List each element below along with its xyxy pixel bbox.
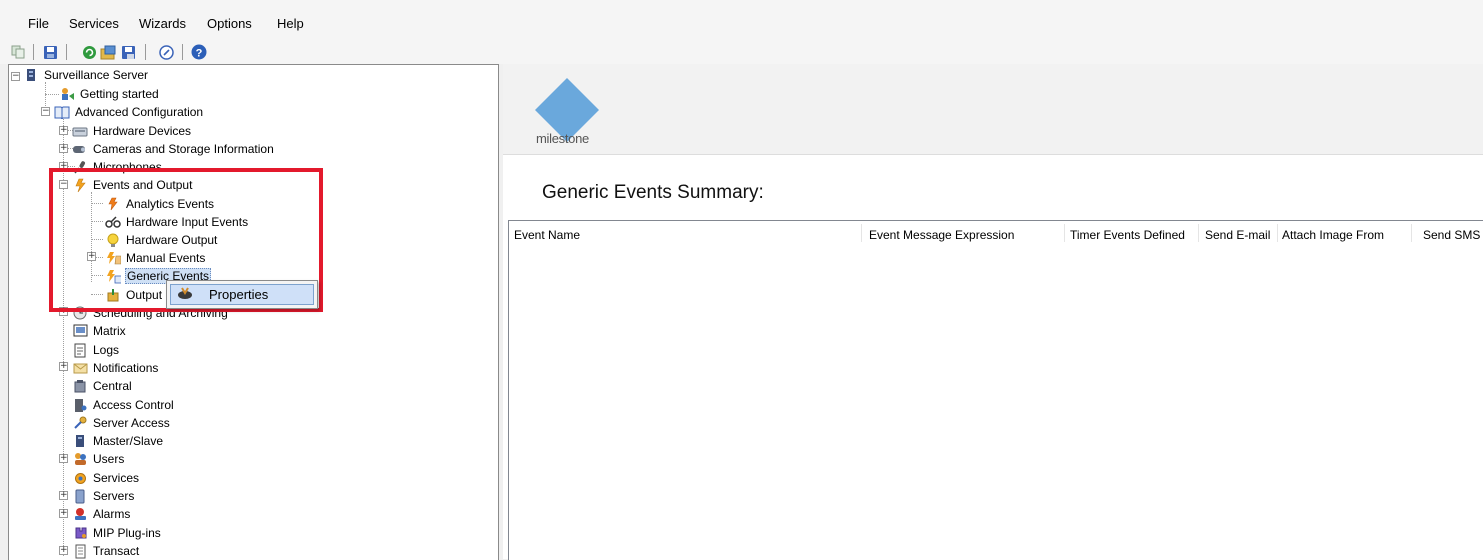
tree-item-label: Hardware Devices — [93, 124, 192, 138]
column-header-timer-events[interactable]: Timer Events Defined — [1070, 228, 1185, 242]
plugin-icon — [72, 525, 88, 541]
menu-bar: File Services Wizards Options Help — [0, 0, 1483, 40]
tree-item-advanced-configuration[interactable]: Advanced Configuration — [54, 103, 204, 121]
logo-header: milestone — [503, 64, 1483, 155]
server-icon — [23, 67, 39, 83]
tree-item-transact[interactable]: Transact — [72, 542, 140, 560]
properties-label: Properties — [209, 287, 269, 302]
menu-help[interactable]: Help — [277, 16, 304, 31]
tree-item-label: Advanced Configuration — [75, 105, 204, 119]
configuration-tree: − − + + + − + + + + + + + Surveillance S… — [8, 64, 499, 560]
expand-alarms-expander[interactable]: + — [59, 509, 68, 518]
menu-services[interactable]: Services — [69, 16, 119, 31]
column-header-event-name[interactable]: Event Name — [514, 228, 580, 242]
servers-icon — [72, 488, 88, 504]
access-control-icon — [72, 397, 88, 413]
tree-item-label: Cameras and Storage Information — [93, 142, 274, 156]
expand-hardware-expander[interactable]: + — [59, 126, 68, 135]
help-icon[interactable]: ? — [190, 43, 208, 61]
tree-item-services[interactable]: Services — [72, 469, 140, 487]
tree-item-master-slave[interactable]: Master/Slave — [72, 432, 164, 450]
tree-item-hardware-devices[interactable]: Hardware Devices — [72, 122, 192, 140]
tree-item-label: Servers — [93, 489, 135, 503]
expand-transact-expander[interactable]: + — [59, 546, 68, 555]
matrix-icon — [72, 323, 88, 339]
export-icon[interactable] — [99, 43, 117, 61]
properties-menu-item[interactable]: Properties — [170, 284, 314, 305]
tree-item-label: Matrix — [93, 324, 126, 338]
expand-cameras-expander[interactable]: + — [59, 144, 68, 153]
camera-icon — [72, 141, 88, 157]
expand-notifications-expander[interactable]: + — [59, 362, 68, 371]
menu-wizards[interactable]: Wizards — [139, 16, 186, 31]
master-slave-icon — [72, 433, 88, 449]
tree-item-label: Central — [93, 379, 132, 393]
column-header-attach-image[interactable]: Attach Image From — [1282, 228, 1384, 242]
column-header-send-sms[interactable]: Send SMS — [1423, 228, 1480, 242]
tree-item-label: Services — [93, 471, 140, 485]
tree-item-servers[interactable]: Servers — [72, 487, 135, 505]
toolbar: ? — [0, 40, 1483, 64]
envelope-icon — [72, 360, 88, 376]
tree-item-logs[interactable]: Logs — [72, 341, 120, 359]
tree-item-getting-started[interactable]: Getting started — [59, 85, 160, 103]
collapse-root-expander[interactable]: − — [11, 72, 20, 81]
tree-item-label: Users — [93, 452, 125, 466]
tree-item-cameras-storage[interactable]: Cameras and Storage Information — [72, 140, 275, 158]
logo-text: milestone — [536, 131, 589, 146]
tree-item-central[interactable]: Central — [72, 377, 133, 395]
tree-item-label: Surveillance Server — [44, 68, 149, 82]
tree-item-surveillance-server[interactable]: Surveillance Server — [23, 66, 149, 84]
svg-text:?: ? — [196, 48, 203, 60]
tree-item-label: Server Access — [93, 416, 170, 430]
tree-item-label: MIP Plug-ins — [93, 526, 161, 540]
tree-item-label: Alarms — [93, 507, 131, 521]
tree-item-users[interactable]: Users — [72, 450, 125, 468]
tree-item-label: Getting started — [80, 87, 159, 101]
context-menu: Properties — [166, 280, 318, 309]
users-icon — [72, 451, 88, 467]
tree-item-label: Access Control — [93, 398, 174, 412]
hardware-device-icon — [72, 123, 88, 139]
tree-item-alarms[interactable]: Alarms — [72, 505, 131, 523]
page-title: Generic Events Summary: — [542, 182, 764, 203]
tree-item-access-control[interactable]: Access Control — [72, 396, 175, 414]
save-config-icon[interactable] — [119, 43, 137, 61]
tree-item-label: Master/Slave — [93, 434, 164, 448]
link-icon[interactable] — [157, 43, 175, 61]
properties-icon — [177, 286, 195, 303]
events-table: Event Name Event Message Expression Time… — [508, 220, 1483, 560]
expand-servers-expander[interactable]: + — [59, 491, 68, 500]
menu-file[interactable]: File — [28, 16, 49, 31]
menu-options[interactable]: Options — [207, 16, 252, 31]
expand-users-expander[interactable]: + — [59, 454, 68, 463]
tree-item-label: Notifications — [93, 361, 159, 375]
collapse-advanced-expander[interactable]: − — [41, 107, 50, 116]
services-gear-icon — [72, 470, 88, 486]
refresh-icon[interactable] — [80, 43, 98, 61]
table-header: Event Name Event Message Expression Time… — [509, 221, 1483, 245]
column-header-message-expression[interactable]: Event Message Expression — [869, 228, 1014, 242]
tree-item-server-access[interactable]: Server Access — [72, 414, 171, 432]
tree-item-label: Transact — [93, 544, 140, 558]
content-panel: milestone Generic Events Summary: Event … — [503, 64, 1483, 560]
save-icon[interactable] — [41, 43, 59, 61]
log-icon — [72, 342, 88, 358]
column-header-send-email[interactable]: Send E-mail — [1205, 228, 1270, 242]
tree-item-label: Logs — [93, 343, 120, 357]
copy-icon[interactable] — [9, 43, 27, 61]
tree-item-matrix[interactable]: Matrix — [72, 322, 127, 340]
getting-started-icon — [59, 86, 75, 102]
tree-item-mip-plugins[interactable]: MIP Plug-ins — [72, 524, 162, 542]
key-icon — [72, 415, 88, 431]
transact-icon — [72, 543, 88, 559]
book-icon — [54, 104, 70, 120]
alarm-icon — [72, 506, 88, 522]
tree-item-notifications[interactable]: Notifications — [72, 359, 159, 377]
central-icon — [72, 378, 88, 394]
